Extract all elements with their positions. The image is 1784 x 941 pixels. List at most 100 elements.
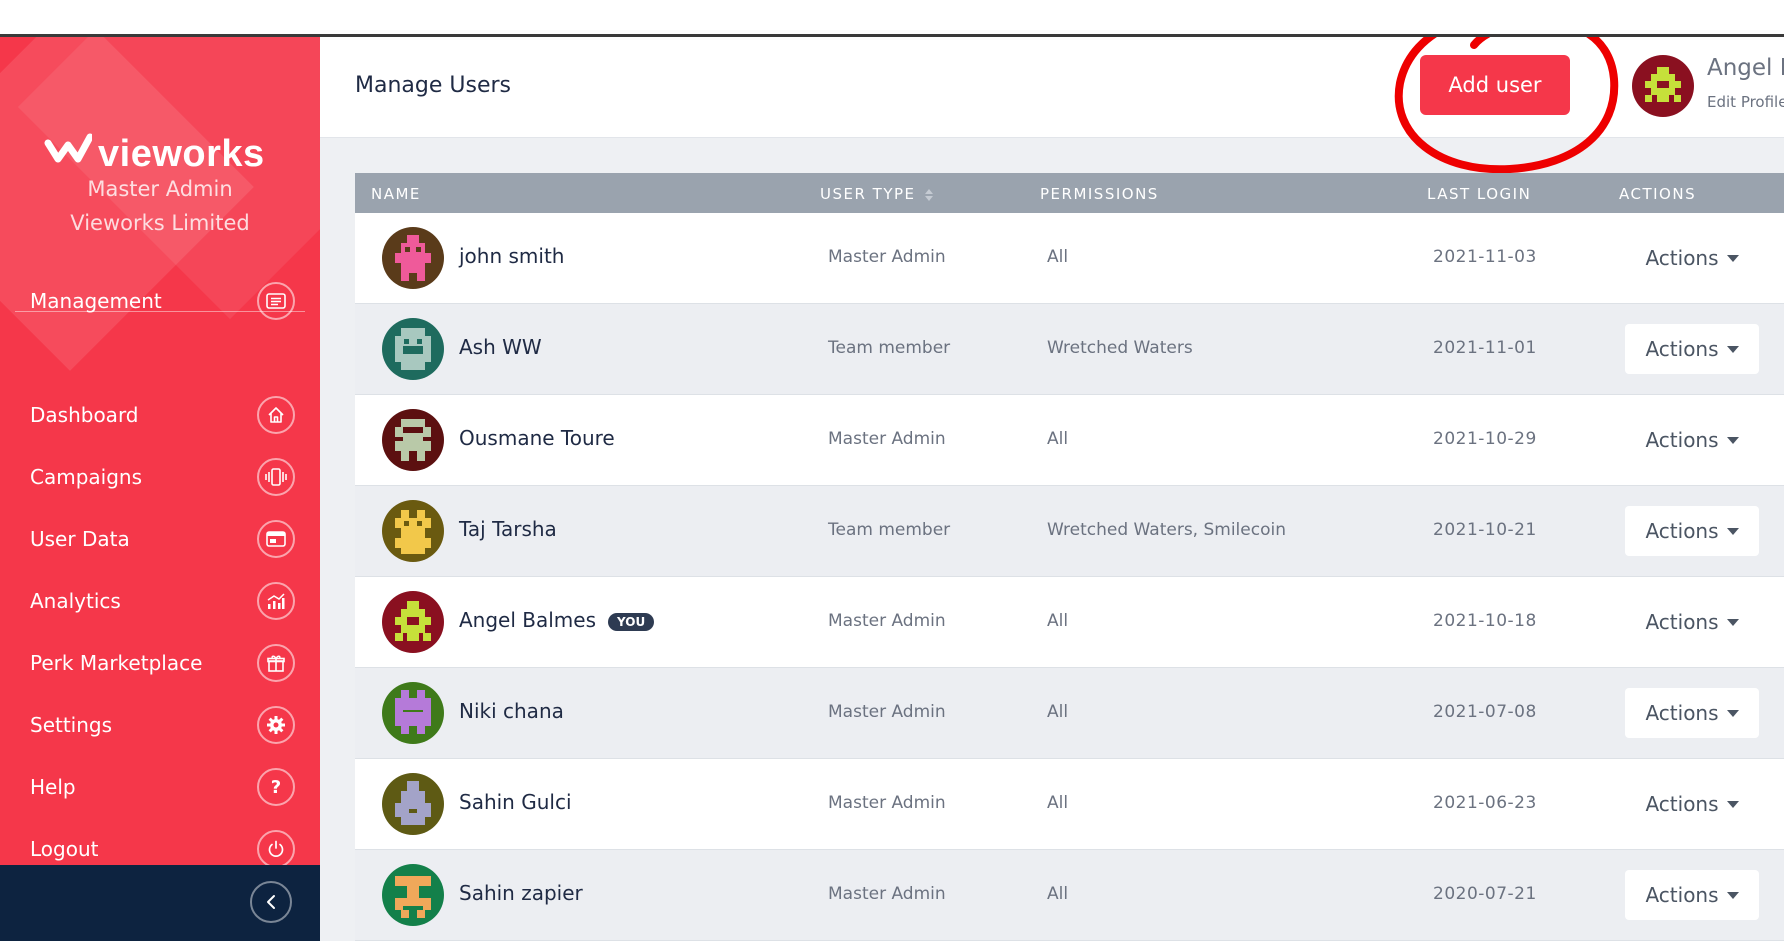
user-permissions: All: [1047, 793, 1069, 813]
sidebar-item-label: Settings: [30, 713, 113, 737]
actions-label: Actions: [1645, 792, 1719, 816]
actions-dropdown[interactable]: Actions: [1625, 779, 1759, 829]
user-avatar: [382, 864, 444, 926]
users-table: NAME USER TYPE PERMISSIONS LAST LOGIN AC…: [355, 173, 1784, 941]
sidebar: vieworks Master Admin Vieworks Limited M…: [0, 37, 320, 865]
user-name: Angel Balmes: [459, 608, 597, 632]
actions-dropdown[interactable]: Actions: [1625, 415, 1759, 465]
table-row: Sahin zapier Master Admin All 2020-07-21…: [355, 850, 1784, 941]
actions-dropdown[interactable]: Actions: [1625, 233, 1759, 283]
user-type: Master Admin: [828, 884, 946, 904]
sidebar-item-settings[interactable]: Settings: [30, 703, 295, 747]
sidebar-item-logout[interactable]: Logout: [30, 827, 295, 865]
caret-down-icon: [1726, 527, 1739, 535]
user-avatar: [382, 773, 444, 835]
user-permissions: Wretched Waters: [1047, 338, 1193, 358]
user-name: Niki chana: [459, 699, 564, 723]
table-row: Sahin Gulci Master Admin All 2021-06-23 …: [355, 759, 1784, 850]
table-header: NAME USER TYPE PERMISSIONS LAST LOGIN AC…: [355, 173, 1784, 213]
page-title: Manage Users: [355, 73, 511, 98]
user-avatar: [382, 409, 444, 471]
user-avatar: [382, 591, 444, 653]
gear-icon: [257, 706, 295, 744]
user-type: Master Admin: [828, 702, 946, 722]
user-name: Sahin zapier: [459, 881, 583, 905]
table-row: Ousmane Toure Master Admin All 2021-10-2…: [355, 395, 1784, 486]
you-badge: YOU: [608, 612, 655, 631]
last-login: 2021-06-23: [1433, 793, 1537, 813]
user-avatar: [382, 500, 444, 562]
id-card-icon: [257, 520, 295, 558]
sidebar-item-label: Help: [30, 775, 76, 799]
vibrate-phone-icon: [257, 458, 295, 496]
sidebar-item-user-data[interactable]: User Data: [30, 517, 295, 561]
sidebar-item-campaigns[interactable]: Campaigns: [30, 455, 295, 499]
last-login: 2021-10-21: [1433, 520, 1537, 540]
sidebar-footer: [0, 865, 320, 941]
last-login: 2021-07-08: [1433, 702, 1537, 722]
org-role: Master Admin: [87, 177, 233, 201]
caret-down-icon: [1726, 254, 1739, 262]
user-permissions: All: [1047, 429, 1069, 449]
actions-label: Actions: [1645, 337, 1719, 361]
caret-down-icon: [1726, 345, 1739, 353]
column-header-last-login: LAST LOGIN: [1427, 185, 1532, 203]
question-icon: ?: [257, 768, 295, 806]
caret-down-icon: [1726, 891, 1739, 899]
gift-icon: [257, 644, 295, 682]
sidebar-item-perk-marketplace[interactable]: Perk Marketplace: [30, 641, 295, 685]
collapse-sidebar-button[interactable]: [250, 881, 292, 923]
sidebar-item-analytics[interactable]: Analytics: [30, 579, 295, 623]
user-avatar: [382, 227, 444, 289]
current-user-name: Angel B: [1707, 55, 1784, 81]
actions-label: Actions: [1645, 883, 1719, 907]
user-type: Master Admin: [828, 611, 946, 631]
sidebar-item-dashboard[interactable]: Dashboard: [30, 393, 295, 437]
user-permissions: All: [1047, 702, 1069, 722]
user-permissions: All: [1047, 247, 1069, 267]
user-name: Ash WW: [459, 335, 542, 359]
actions-dropdown[interactable]: Actions: [1625, 506, 1759, 556]
chart-icon: [257, 582, 295, 620]
column-header-user-type[interactable]: USER TYPE: [820, 185, 934, 203]
list-icon: [257, 282, 295, 320]
user-type: Master Admin: [828, 429, 946, 449]
actions-dropdown[interactable]: Actions: [1625, 870, 1759, 920]
sidebar-item-help[interactable]: Help ?: [30, 765, 295, 809]
table-row: Ash WW Team member Wretched Waters 2021-…: [355, 304, 1784, 395]
last-login: 2021-11-03: [1433, 247, 1537, 267]
caret-down-icon: [1726, 618, 1739, 626]
caret-down-icon: [1726, 436, 1739, 444]
user-permissions: Wretched Waters, Smilecoin: [1047, 520, 1286, 540]
main-content: Manage Users Add user Angel B Edit Profi…: [320, 37, 1784, 941]
last-login: 2020-07-21: [1433, 884, 1537, 904]
chevron-left-icon: [267, 895, 275, 909]
actions-dropdown[interactable]: Actions: [1625, 324, 1759, 374]
actions-dropdown[interactable]: Actions: [1625, 597, 1759, 647]
sort-icon: [924, 188, 933, 201]
sidebar-item-management[interactable]: Management: [30, 279, 295, 323]
add-user-button[interactable]: Add user: [1420, 55, 1570, 115]
sidebar-item-label: Logout: [30, 837, 99, 861]
current-user-avatar[interactable]: [1632, 55, 1694, 117]
user-name: Sahin Gulci: [459, 790, 572, 814]
page-header: Manage Users Add user Angel B Edit Profi…: [320, 37, 1784, 174]
user-name: Taj Tarsha: [459, 517, 557, 541]
sidebar-item-label: Perk Marketplace: [30, 651, 203, 675]
user-name: john smith: [459, 244, 565, 268]
actions-label: Actions: [1645, 701, 1719, 725]
sidebar-item-label: Analytics: [30, 589, 121, 613]
user-type: Master Admin: [828, 793, 946, 813]
org-name: Vieworks Limited: [70, 211, 250, 235]
vieworks-logo-icon: [44, 133, 92, 163]
table-row: Taj Tarsha Team member Wretched Waters, …: [355, 486, 1784, 577]
actions-dropdown[interactable]: Actions: [1625, 688, 1759, 738]
home-icon: [257, 396, 295, 434]
user-avatar: [382, 682, 444, 744]
edit-profile-link[interactable]: Edit Profile: [1707, 93, 1784, 111]
column-header-name: NAME: [371, 185, 421, 203]
user-permissions: All: [1047, 884, 1069, 904]
sidebar-divider: [15, 311, 305, 312]
sidebar-item-label: Dashboard: [30, 403, 139, 427]
user-name: Ousmane Toure: [459, 426, 615, 450]
